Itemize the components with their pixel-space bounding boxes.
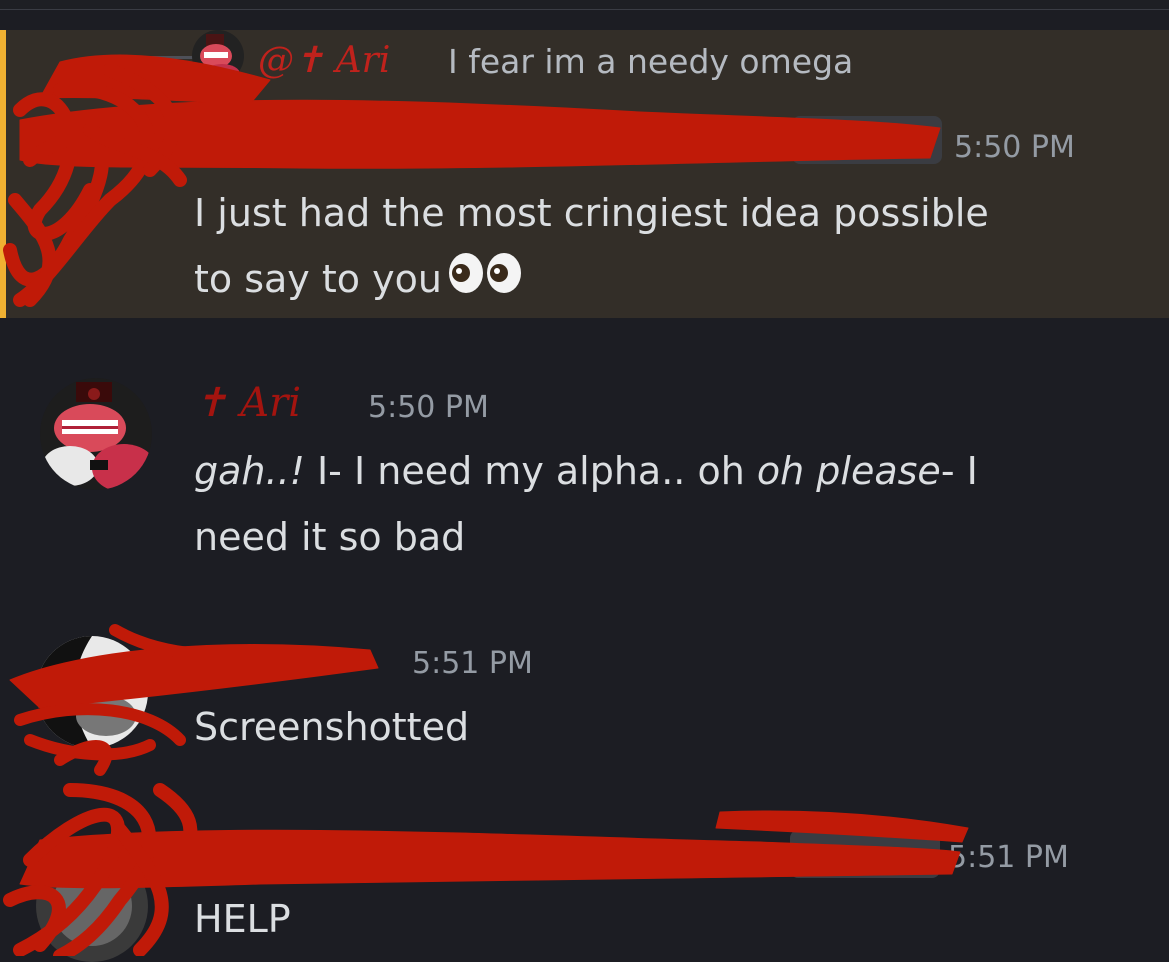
username-ari[interactable]: ✝ Ari: [194, 380, 301, 426]
message-line: need it so bad: [194, 515, 466, 559]
message-line: gah..! I- I need my alpha.. oh oh please…: [194, 438, 978, 504]
top-gap: [0, 10, 1169, 30]
plain-text: - I: [940, 449, 978, 493]
role-badge: [792, 116, 942, 164]
message-line: to say to you: [194, 246, 989, 315]
reply-avatar-icon[interactable]: [192, 30, 244, 82]
reply-spine: [104, 56, 195, 87]
reply-preview-text[interactable]: I fear im a needy omega: [448, 42, 853, 81]
eyes-emoji: [446, 249, 524, 315]
message-line: HELP: [194, 897, 291, 941]
message-content: I just had the most cringiest idea possi…: [194, 180, 989, 315]
message-line-text: to say to you: [194, 257, 442, 301]
message-line: Screenshotted: [194, 705, 470, 749]
message-content: gah..! I- I need my alpha.. oh oh please…: [194, 438, 978, 570]
italic-text: gah..!: [194, 449, 305, 493]
mention-highlight-bar: [0, 30, 6, 318]
message-timestamp[interactable]: 5:50 PM: [368, 390, 489, 425]
message-content: HELP: [194, 886, 291, 952]
message-timestamp[interactable]: 5:50 PM: [954, 130, 1075, 165]
message-line: I just had the most cringiest idea possi…: [194, 191, 989, 235]
ari-avatar-icon[interactable]: [40, 378, 152, 490]
redacted-avatar-icon[interactable]: [36, 636, 148, 748]
italic-text: oh please: [756, 449, 941, 493]
message-content: Screenshotted: [194, 694, 469, 760]
message-timestamp[interactable]: 5:51 PM: [948, 840, 1069, 875]
message-timestamp[interactable]: 5:51 PM: [412, 646, 533, 681]
plain-text: I- I need my alpha.. oh: [304, 449, 757, 493]
reply-mention[interactable]: @✝ Ari: [258, 40, 390, 81]
role-badge: [790, 830, 940, 878]
redacted-avatar-icon[interactable]: [36, 850, 148, 962]
top-divider: [0, 0, 1169, 10]
